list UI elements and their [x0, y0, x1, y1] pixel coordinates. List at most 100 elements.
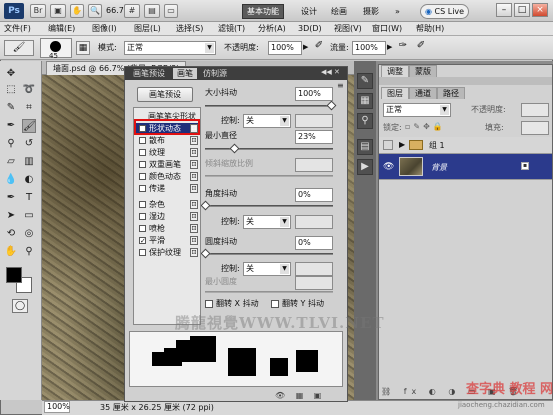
- stamp-tool-icon[interactable]: ⚲: [4, 137, 18, 151]
- lock-icon[interactable]: ⊡: [190, 184, 198, 193]
- grid-icon[interactable]: #: [124, 4, 140, 18]
- workspace-design[interactable]: 设计: [296, 4, 322, 19]
- control-select-3[interactable]: 关 ▼: [243, 262, 291, 276]
- fade-input-1[interactable]: [295, 114, 333, 128]
- fade-input-3[interactable]: [295, 262, 333, 276]
- slider-knob[interactable]: [326, 100, 337, 111]
- lock-icon[interactable]: ⊡: [190, 148, 198, 157]
- size-jitter-input[interactable]: 100%: [295, 87, 333, 101]
- menu-analysis[interactable]: 分析(A): [258, 23, 286, 35]
- zoom-field[interactable]: 100%: [44, 401, 70, 413]
- fade-input-2[interactable]: [295, 215, 333, 229]
- angle-jitter-input[interactable]: 0%: [295, 188, 333, 202]
- brush-option-item[interactable]: 双重画笔 ⊡: [136, 159, 200, 171]
- pen-tool-icon[interactable]: ✒: [4, 191, 18, 205]
- visibility-toggle[interactable]: [383, 140, 393, 150]
- menu-help[interactable]: 帮助(H): [416, 23, 444, 35]
- shape-tool-icon[interactable]: ▭: [22, 209, 36, 223]
- move-tool-icon[interactable]: ✥: [4, 67, 18, 81]
- lock-icon[interactable]: ⊡: [190, 224, 198, 233]
- brush-tool-icon[interactable]: 🖌: [4, 40, 34, 56]
- brush-presets-icon[interactable]: ▦: [357, 93, 373, 109]
- brush-option-item[interactable]: 散布 ⊡: [136, 135, 200, 147]
- pressure-opacity-icon[interactable]: ✐: [312, 40, 326, 54]
- layer-row-background[interactable]: 👁 背景 ▪: [379, 154, 552, 180]
- checkbox-icon[interactable]: [139, 185, 146, 192]
- brush-option-item[interactable]: 杂色 ⊡: [136, 199, 200, 211]
- menu-file[interactable]: 文件(F): [4, 23, 31, 35]
- tab-brush-presets[interactable]: 画笔预设: [129, 68, 169, 79]
- brush-picker[interactable]: 45: [40, 38, 72, 60]
- preview-footer-icons[interactable]: 👁 ▦ ▣: [275, 391, 325, 400]
- menu-filter[interactable]: 滤镜(T): [218, 23, 245, 35]
- eyedropper-icon[interactable]: ✒: [4, 119, 18, 133]
- gradient-tool-icon[interactable]: ▥: [22, 155, 36, 169]
- brush-option-item[interactable]: ✓ 平滑 ⊡: [136, 235, 200, 247]
- flip-x-checkbox[interactable]: [205, 300, 213, 308]
- tab-paths[interactable]: 路径: [437, 87, 465, 99]
- airbrush-icon[interactable]: ✑: [396, 40, 410, 54]
- type-tool-icon[interactable]: T: [22, 191, 36, 205]
- 3d-camera-icon[interactable]: ◎: [22, 227, 36, 241]
- tilt-scale-input[interactable]: [295, 158, 333, 172]
- eye-icon[interactable]: 👁: [383, 162, 394, 172]
- maximize-icon[interactable]: □: [514, 3, 530, 17]
- history-icon[interactable]: ▤: [357, 139, 373, 155]
- menu-3d[interactable]: 3D(D): [298, 23, 322, 35]
- menu-select[interactable]: 选择(S): [176, 23, 203, 35]
- workspace-essentials[interactable]: 基本功能: [242, 4, 284, 19]
- pressure-size-icon[interactable]: ✐: [414, 40, 428, 54]
- quick-mask-icon[interactable]: ◯: [12, 299, 28, 313]
- menu-layer[interactable]: 图层(L): [134, 23, 161, 35]
- brush-panel-icon[interactable]: ✎: [357, 73, 373, 89]
- min-diameter-input[interactable]: 23%: [295, 130, 333, 144]
- brush-option-item[interactable]: 传递 ⊡: [136, 183, 200, 195]
- zoom-level[interactable]: 66.7: [106, 6, 124, 15]
- more-workspaces[interactable]: »: [390, 4, 405, 19]
- lock-icon[interactable]: ⊡: [190, 248, 198, 257]
- crop-tool-icon[interactable]: ⌗: [22, 101, 36, 115]
- fill-input[interactable]: [521, 121, 549, 135]
- zoom-tool-icon[interactable]: ⚲: [22, 245, 36, 259]
- eraser-tool-icon[interactable]: ▱: [4, 155, 18, 169]
- opacity-chevron-icon[interactable]: ▶: [303, 43, 308, 51]
- hand-tool-icon[interactable]: ✋: [4, 245, 18, 259]
- flip-y-checkbox[interactable]: [271, 300, 279, 308]
- brush-option-item[interactable]: 颜色动态 ⊡: [136, 171, 200, 183]
- actions-icon[interactable]: ▶: [357, 159, 373, 175]
- slider-knob[interactable]: [229, 143, 240, 154]
- menu-edit[interactable]: 编辑(E): [48, 23, 75, 35]
- checkbox-icon[interactable]: [139, 201, 146, 208]
- arrange-icon[interactable]: ▤: [144, 4, 160, 18]
- lock-icon[interactable]: ⊡: [190, 160, 198, 169]
- marquee-tool-icon[interactable]: ⬚: [4, 83, 18, 97]
- menu-image[interactable]: 图像(I): [92, 23, 117, 35]
- layer-opacity-input[interactable]: [521, 103, 549, 117]
- brush-option-item[interactable]: 纹理 ⊡: [136, 147, 200, 159]
- flow-chevron-icon[interactable]: ▶: [387, 43, 392, 51]
- lasso-tool-icon[interactable]: ➰: [22, 83, 36, 97]
- minibridge-icon[interactable]: ▣: [50, 4, 66, 18]
- collapse-icon[interactable]: ◀◀ ✕: [321, 68, 340, 76]
- roundness-jitter-slider[interactable]: [205, 253, 333, 255]
- checkbox-icon[interactable]: [139, 213, 146, 220]
- tab-masks[interactable]: 蒙版: [409, 65, 437, 77]
- checkbox-checked-icon[interactable]: ✓: [139, 237, 146, 245]
- brush-option-item[interactable]: 保护纹理 ⊡: [136, 247, 200, 259]
- lock-icon[interactable]: ⊡: [190, 236, 198, 245]
- checkbox-icon[interactable]: [139, 225, 146, 232]
- tab-adjustments[interactable]: 调整: [381, 65, 409, 77]
- size-jitter-slider[interactable]: [205, 105, 333, 107]
- bridge-icon[interactable]: Br: [30, 4, 46, 18]
- lock-icons[interactable]: ▫✎✥🔒: [405, 122, 446, 132]
- screen-mode-icon[interactable]: ▭: [164, 4, 178, 18]
- layer-row-group[interactable]: ▶ 组 1: [379, 137, 552, 154]
- history-brush-icon[interactable]: ↺: [22, 137, 36, 151]
- brush-presets-button[interactable]: 画笔预设: [137, 87, 193, 102]
- tilt-scale-slider[interactable]: [205, 175, 333, 177]
- min-diameter-slider[interactable]: [205, 148, 333, 150]
- close-icon[interactable]: ×: [532, 3, 548, 17]
- cs-live-button[interactable]: ◉ CS Live: [420, 4, 470, 19]
- checkbox-icon[interactable]: [139, 161, 146, 168]
- workspace-painting[interactable]: 绘画: [326, 4, 352, 19]
